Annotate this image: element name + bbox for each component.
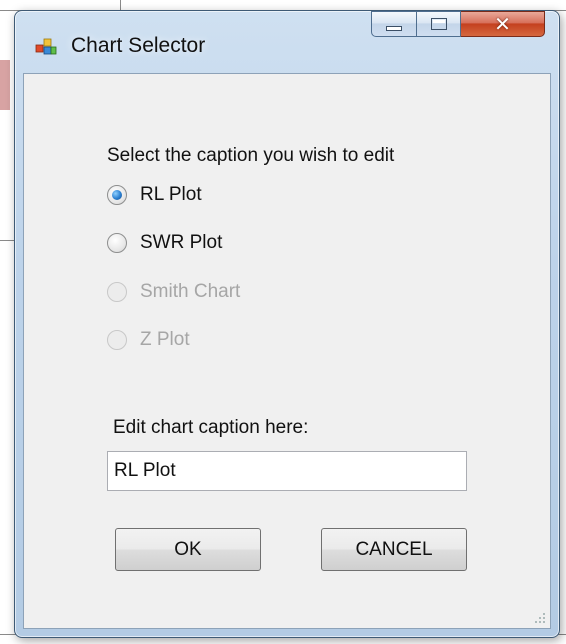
- edit-caption-label: Edit chart caption here:: [113, 417, 309, 438]
- window-title: Chart Selector: [71, 34, 206, 57]
- chart-selector-window: Chart Selector ✕ Select the caption you …: [14, 10, 560, 638]
- close-icon: ✕: [494, 12, 511, 36]
- radio-button[interactable]: [107, 233, 127, 253]
- radio-rl-plot[interactable]: RL Plot: [107, 182, 202, 208]
- radio-label: Z Plot: [140, 329, 190, 350]
- select-caption-prompt: Select the caption you wish to edit: [107, 145, 395, 166]
- cancel-button[interactable]: CANCEL: [321, 528, 467, 571]
- minimize-icon: [386, 25, 402, 31]
- radio-swr-plot[interactable]: SWR Plot: [107, 230, 222, 256]
- radio-smith-chart: Smith Chart: [107, 279, 240, 305]
- radio-button-checked[interactable]: [107, 185, 127, 205]
- radio-label: RL Plot: [140, 184, 202, 205]
- dialog-body: Select the caption you wish to edit RL P…: [23, 73, 551, 629]
- radio-button-disabled: [107, 330, 127, 350]
- radio-button-disabled: [107, 282, 127, 302]
- radio-label: SWR Plot: [140, 232, 223, 253]
- radio-label: Smith Chart: [140, 281, 241, 302]
- maximize-icon: [430, 18, 447, 30]
- maximize-button[interactable]: [417, 11, 461, 37]
- background-panel: [0, 60, 10, 110]
- radio-z-plot: Z Plot: [107, 327, 190, 353]
- close-button[interactable]: ✕: [461, 11, 545, 37]
- ok-button[interactable]: OK: [115, 528, 261, 571]
- title-bar[interactable]: Chart Selector ✕: [15, 11, 559, 73]
- minimize-button[interactable]: [371, 11, 417, 37]
- caption-buttons: ✕: [371, 11, 545, 37]
- chart-app-icon: [35, 38, 57, 55]
- resize-grip-icon[interactable]: [534, 612, 546, 624]
- caption-input[interactable]: [107, 451, 467, 491]
- background-divider: [0, 240, 14, 241]
